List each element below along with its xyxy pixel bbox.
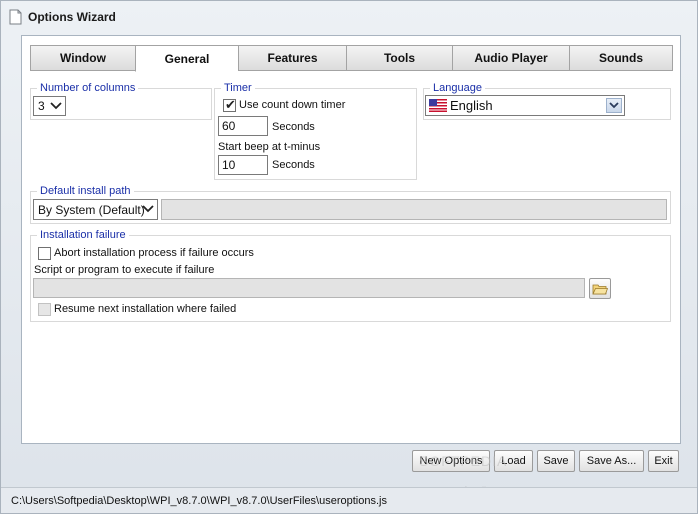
countdown-seconds-input[interactable]: 60 xyxy=(218,116,268,136)
us-flag-icon xyxy=(429,99,447,112)
resume-checkbox[interactable] xyxy=(38,303,51,316)
tab-window[interactable]: Window xyxy=(30,45,135,71)
exit-button[interactable]: Exit xyxy=(648,450,679,472)
chevron-down-icon xyxy=(49,99,63,113)
title-bar: Options Wizard xyxy=(1,1,697,33)
save-button[interactable]: Save xyxy=(537,450,575,472)
save-as-button[interactable]: Save As... xyxy=(579,450,644,472)
language-select[interactable]: English xyxy=(425,95,625,116)
beep-label: Start beep at t-minus xyxy=(218,141,321,153)
language-value: English xyxy=(450,98,493,113)
document-icon xyxy=(9,9,22,25)
browse-button[interactable] xyxy=(589,278,611,299)
options-panel: Window General Features Tools Audio Play… xyxy=(21,35,681,444)
timer-legend: Timer xyxy=(221,82,255,94)
install-path-mode-select[interactable]: By System (Default) xyxy=(33,199,158,220)
chevron-down-icon xyxy=(606,98,622,113)
columns-value: 3 xyxy=(38,99,45,113)
resume-label: Resume next installation where failed xyxy=(54,303,237,315)
new-options-button[interactable]: New Options xyxy=(412,450,490,472)
failure-script-input[interactable] xyxy=(33,278,585,298)
tab-strip: Window General Features Tools Audio Play… xyxy=(30,45,673,72)
tab-general[interactable]: General xyxy=(135,45,238,72)
abort-checkbox[interactable] xyxy=(38,247,51,260)
load-button[interactable]: Load xyxy=(494,450,533,472)
tab-tools[interactable]: Tools xyxy=(346,45,452,71)
columns-legend: Number of columns xyxy=(37,82,139,94)
status-path: C:\Users\Softpedia\Desktop\WPI_v8.7.0\WP… xyxy=(11,494,387,507)
beep-seconds-label: Seconds xyxy=(272,159,315,171)
language-legend: Language xyxy=(430,82,485,94)
install-path-mode-value: By System (Default) xyxy=(38,202,145,217)
window-title: Options Wizard xyxy=(28,10,116,24)
failure-legend: Installation failure xyxy=(37,229,129,241)
folder-icon xyxy=(592,284,608,294)
options-wizard-window: Options Wizard Window General Features T… xyxy=(0,0,698,514)
install-path-legend: Default install path xyxy=(37,185,134,197)
install-path-input[interactable] xyxy=(161,199,667,220)
checkmark-icon: ✔ xyxy=(225,97,236,112)
status-bar: C:\Users\Softpedia\Desktop\WPI_v8.7.0\WP… xyxy=(1,487,697,513)
tab-sounds[interactable]: Sounds xyxy=(569,45,673,71)
use-countdown-label: Use count down timer xyxy=(239,99,346,111)
script-label: Script or program to execute if failure xyxy=(34,264,215,276)
tab-features[interactable]: Features xyxy=(238,45,346,71)
countdown-seconds-label: Seconds xyxy=(272,121,315,133)
beep-seconds-input[interactable]: 10 xyxy=(218,155,268,175)
use-countdown-checkbox[interactable]: ✔ xyxy=(223,97,236,112)
tab-audio-player[interactable]: Audio Player xyxy=(452,45,569,71)
abort-label: Abort installation process if failure oc… xyxy=(54,247,254,259)
chevron-down-icon xyxy=(141,202,155,216)
columns-select[interactable]: 3 xyxy=(33,96,66,116)
